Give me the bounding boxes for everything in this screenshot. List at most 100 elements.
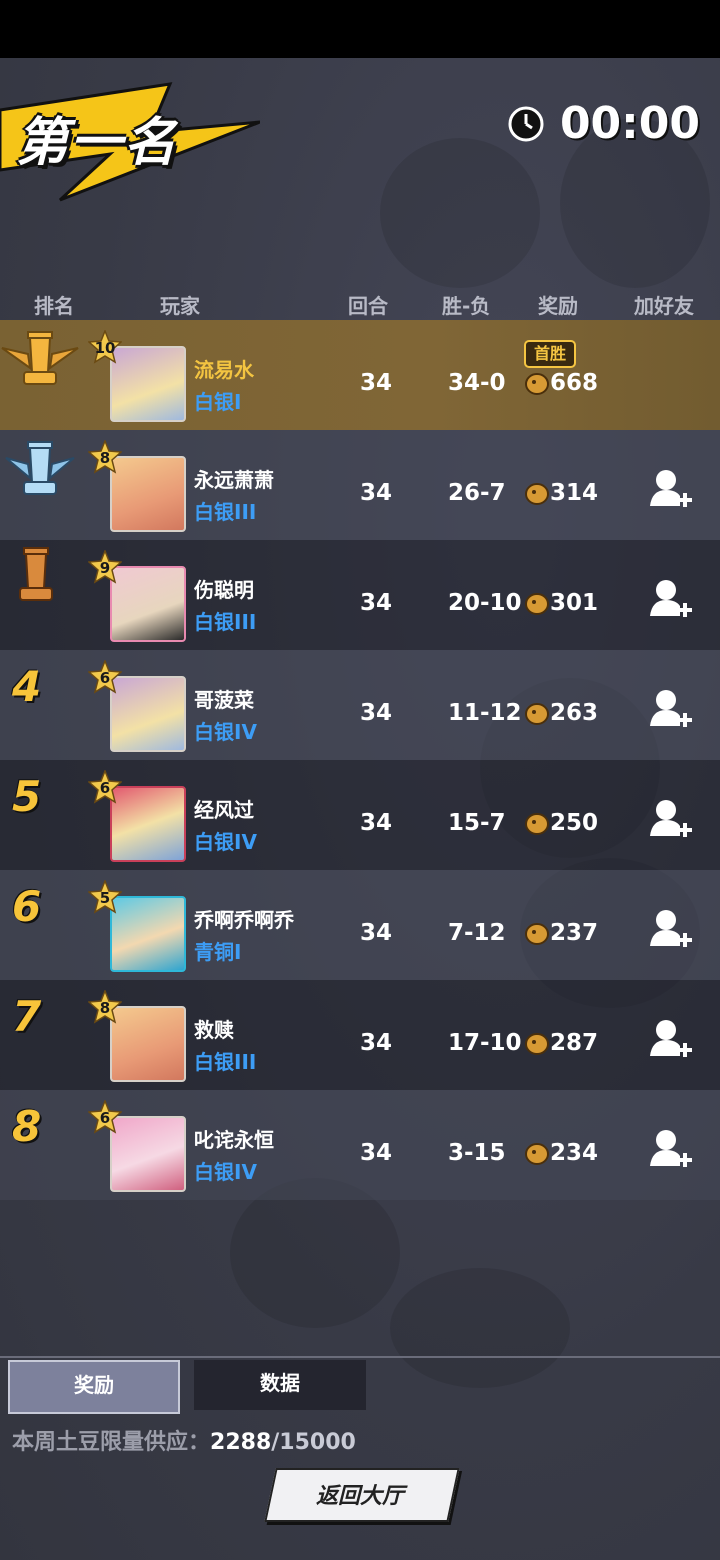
player-tier: 白银IV <box>194 720 257 744</box>
player-name: 救赎 <box>194 1018 234 1042</box>
reward-value: 250 <box>550 810 599 836</box>
rounds-value: 34 <box>360 1140 393 1166</box>
reward-value: 237 <box>550 920 599 946</box>
tab-data[interactable]: 数据 <box>194 1360 366 1410</box>
potato-coin-icon <box>525 483 549 505</box>
table-row: 4 6 哥菠菜 白银IV 34 11-12 263 <box>0 650 720 760</box>
level-value: 5 <box>99 889 111 907</box>
add-friend-icon[interactable] <box>646 1016 692 1062</box>
player-tier: 白银I <box>194 390 242 414</box>
reward-value: 287 <box>550 1030 599 1056</box>
reward-value: 263 <box>550 700 599 726</box>
potato-coin-icon <box>525 373 549 395</box>
level-value: 6 <box>99 1109 111 1127</box>
silver-rook-medal-icon <box>5 441 75 495</box>
add-friend-icon[interactable] <box>646 1126 692 1172</box>
player-name: 永远萧萧 <box>194 468 274 492</box>
table-header: 排名 玩家 回合 胜-负 奖励 加好友 <box>0 286 720 322</box>
rank-number: 6 <box>12 882 42 931</box>
player-tier: 白银IV <box>194 830 257 854</box>
table-row: 5 6 经风过 白银IV 34 15-7 250 <box>0 760 720 870</box>
player-tier: 白银III <box>194 1050 257 1074</box>
supply-current: 2288 <box>210 1430 272 1455</box>
level-value: 6 <box>99 669 111 687</box>
bronze-rook-medal-icon <box>19 547 53 601</box>
table-row: 7 8 救赎 白银III 34 17-10 287 <box>0 980 720 1090</box>
player-tier: 白银IV <box>194 1160 257 1184</box>
potato-coin-icon <box>525 813 549 835</box>
table-row: 8 6 叱诧永恒 白银IV 34 3-15 234 <box>0 1090 720 1200</box>
add-friend-icon[interactable] <box>646 906 692 952</box>
rank-number: 8 <box>12 1102 42 1151</box>
add-friend-icon[interactable] <box>646 796 692 842</box>
rounds-value: 34 <box>360 370 393 396</box>
rounds-value: 34 <box>360 480 393 506</box>
potato-coin-icon <box>525 923 549 945</box>
status-bar <box>0 0 720 58</box>
add-friend-icon[interactable] <box>646 686 692 732</box>
player-tier: 白银III <box>194 610 257 634</box>
first-win-badge: 首胜 <box>524 340 577 368</box>
header-reward: 奖励 <box>538 294 578 318</box>
timer-value: 00:00 <box>559 98 700 149</box>
clock-icon <box>508 106 544 141</box>
player-name: 叱诧永恒 <box>194 1128 274 1152</box>
rank-title: 第一名 <box>16 113 179 173</box>
wl-value: 20-10 <box>448 590 522 616</box>
back-to-lobby-label: 返回大厅 <box>315 1484 404 1509</box>
wl-value: 17-10 <box>448 1030 522 1056</box>
add-friend-icon[interactable] <box>646 466 692 512</box>
potato-coin-icon <box>525 1033 549 1055</box>
level-value: 8 <box>99 999 111 1017</box>
result-screen: 第一名 00:00 排名 玩家 回合 胜-负 奖励 加好友 10 流易水 白银I… <box>0 58 720 1560</box>
supply-label: 本周土豆限量供应： <box>12 1430 211 1455</box>
potato-supply: 本周土豆限量供应：2288/15000 <box>12 1424 356 1456</box>
header-wl: 胜-负 <box>442 294 491 318</box>
level-value: 10 <box>94 339 116 357</box>
rank-number: 7 <box>12 992 42 1041</box>
potato-coin-icon <box>525 1143 549 1165</box>
table-row: 8 永远萧萧 白银III 34 26-7 314 <box>0 430 720 540</box>
player-name: 流易水 <box>194 358 254 382</box>
player-name: 伤聪明 <box>194 578 254 602</box>
rounds-value: 34 <box>360 1030 393 1056</box>
player-name: 哥菠菜 <box>194 688 254 712</box>
level-value: 9 <box>99 559 111 577</box>
player-name: 经风过 <box>194 798 254 822</box>
player-name: 乔啊乔啊乔 <box>194 908 294 932</box>
divider <box>0 1356 720 1358</box>
rounds-value: 34 <box>360 920 393 946</box>
potato-coin-icon <box>525 703 549 725</box>
table-row: 6 5 乔啊乔啊乔 青铜I 34 7-12 237 <box>0 870 720 980</box>
reward-value: 314 <box>550 480 599 506</box>
header-player: 玩家 <box>160 294 200 318</box>
rounds-value: 34 <box>360 700 393 726</box>
wl-value: 34-0 <box>448 370 506 396</box>
level-value: 6 <box>99 779 111 797</box>
header-add-friend: 加好友 <box>634 294 694 318</box>
header-rounds: 回合 <box>348 294 388 318</box>
rounds-value: 34 <box>360 590 393 616</box>
wl-value: 26-7 <box>448 480 506 506</box>
gold-rook-medal-icon <box>1 331 79 385</box>
rounds-value: 34 <box>360 810 393 836</box>
wl-value: 15-7 <box>448 810 506 836</box>
reward-value: 668 <box>550 370 599 396</box>
level-value: 8 <box>99 449 111 467</box>
table-row: 9 伤聪明 白银III 34 20-10 301 <box>0 540 720 650</box>
tab-reward[interactable]: 奖励 <box>8 1360 180 1414</box>
supply-max: /15000 <box>271 1430 356 1455</box>
player-tier: 白银III <box>194 500 257 524</box>
wl-value: 7-12 <box>448 920 506 946</box>
rank-number: 4 <box>12 662 42 711</box>
table-row: 10 流易水 白银I 34 34-0 首胜 668 <box>0 320 720 430</box>
wl-value: 3-15 <box>448 1140 506 1166</box>
reward-value: 234 <box>550 1140 599 1166</box>
potato-coin-icon <box>525 593 549 615</box>
wl-value: 11-12 <box>448 700 522 726</box>
timer: 00:00 <box>508 98 700 149</box>
header-rank: 排名 <box>34 294 74 318</box>
player-tier: 青铜I <box>194 940 242 964</box>
add-friend-icon[interactable] <box>646 576 692 622</box>
rank-number: 5 <box>12 772 42 821</box>
